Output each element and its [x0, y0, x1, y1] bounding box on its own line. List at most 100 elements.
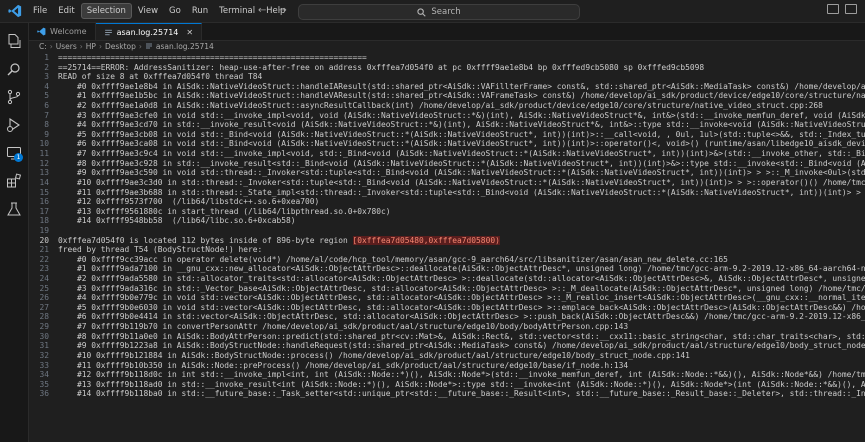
code-line[interactable]: 17 #13 0xffff9561880c in start_thread (/…: [29, 207, 865, 217]
line-number: 5: [44, 91, 49, 101]
breadcrumb-hp[interactable]: HP: [86, 42, 96, 51]
back-arrow-icon[interactable]: ←: [258, 5, 266, 16]
source-control-icon[interactable]: [6, 89, 22, 105]
code-line[interactable]: 15 #11 0xffff9ae3b688 in std::thread::_S…: [29, 188, 865, 198]
search-placeholder: Search: [431, 7, 461, 17]
vscode-logo-icon: [8, 4, 22, 18]
line-content: #9 0xffff9b1223a8 in AiSdk::BodyStructNo…: [58, 341, 865, 351]
line-text: #10 0xffff9b121884 in AiSdk::BodyStructN…: [58, 351, 690, 361]
line-number: 14: [39, 177, 49, 187]
code-line[interactable]: 28 #6 0xffff9b0e4414 in std::vector<AiSd…: [29, 312, 865, 322]
line-text: #9 0xffff9b1223a8 in AiSdk::BodyStructNo…: [58, 341, 865, 351]
code-line[interactable]: 35 #13 0xffff9b118ad0 in std::__invoke_r…: [29, 380, 865, 390]
code-line[interactable]: 19: [29, 226, 865, 236]
code-line[interactable]: 31 #9 0xffff9b1223a8 in AiSdk::BodyStruc…: [29, 341, 865, 351]
forward-arrow-icon[interactable]: →: [278, 5, 286, 16]
code-line[interactable]: 23 #1 0xffff9ada7100 in __gnu_cxx::new_a…: [29, 264, 865, 274]
breadcrumb-file[interactable]: asan.log.25714: [156, 42, 214, 51]
line-text: #6 0xffff9ae3ca08 in void std::_Bind<voi…: [58, 139, 865, 149]
code-line[interactable]: 11 #7 0xffff9ae3c9c4 in void std::__invo…: [29, 149, 865, 159]
code-line[interactable]: 16 #12 0xffff9573f700 (/lib64/libstdc++.…: [29, 197, 865, 207]
menu-view[interactable]: View: [133, 4, 163, 18]
menu-selection[interactable]: Selection: [80, 3, 132, 19]
code-line[interactable]: 18 #14 0xffff9548bb58 (/lib64/libc.so.6+…: [29, 216, 865, 226]
line-number: 25: [39, 283, 49, 293]
line-content: #5 0xffff9b0e6030 in void std::vector<Ai…: [58, 302, 865, 312]
line-content: #10 0xffff9ae3c3d0 in std::thread::_Invo…: [58, 177, 865, 187]
code-line[interactable]: 14 #10 0xffff9ae3c3d0 in std::thread::_I…: [29, 178, 865, 188]
code-line[interactable]: 6 #2 0xffff9ae1a0d8 in AiSdk::NativeVide…: [29, 101, 865, 111]
menu-terminal[interactable]: Terminal: [214, 4, 260, 18]
line-text: #2 0xffff9ae1a0d8 in AiSdk::NativeVideoS…: [58, 101, 823, 111]
code-line[interactable]: 22 #0 0xffff9cc39acc in operator delete(…: [29, 255, 865, 265]
line-content: #10 0xffff9b121884 in AiSdk::BodyStructN…: [58, 350, 690, 360]
line-number: 15: [39, 187, 49, 197]
line-content: freed by thread T54 (BodyStructNode!) he…: [58, 245, 263, 255]
extensions-icon[interactable]: [6, 173, 22, 189]
code-line[interactable]: 10 #6 0xffff9ae3ca08 in void std::_Bind<…: [29, 139, 865, 149]
close-icon[interactable]: ✕: [186, 28, 193, 37]
code-line[interactable]: 8 #4 0xffff9ae3cd70 in std::__invoke_res…: [29, 120, 865, 130]
code-line[interactable]: 36 #14 0xffff9b118ba0 in std::__future_b…: [29, 389, 865, 399]
breadcrumb-desktop[interactable]: Desktop: [105, 42, 136, 51]
code-line[interactable]: 33 #11 0xffff9b10b350 in AiSdk::Node::pr…: [29, 361, 865, 371]
code-line[interactable]: 7 #3 0xffff9ae3cfe0 in void std::__invok…: [29, 111, 865, 121]
menu-go[interactable]: Go: [164, 4, 186, 18]
code-line[interactable]: 25 #3 0xffff9ada316c in std::_Vector_bas…: [29, 284, 865, 294]
code-line[interactable]: 27 #5 0xffff9b0e6030 in void std::vector…: [29, 303, 865, 313]
line-number: 16: [39, 197, 49, 207]
command-center-search[interactable]: Search: [298, 4, 580, 20]
code-line[interactable]: 20 0xfffea7d054f0 is located 112 bytes in…: [29, 235, 865, 246]
line-number: 30: [39, 331, 49, 341]
menu-file[interactable]: File: [28, 4, 52, 18]
explorer-icon[interactable]: [6, 33, 22, 49]
line-content: #6 0xffff9b0e4414 in std::vector<AiSdk::…: [58, 312, 865, 322]
code-line[interactable]: 13 #9 0xffff9ae3c590 in void std::thread…: [29, 168, 865, 178]
toggle-sidebar-icon[interactable]: [827, 4, 839, 14]
line-text: #11 0xffff9b10b350 in AiSdk::Node::prePr…: [58, 361, 628, 371]
code-line[interactable]: 24 #2 0xffff9ada5580 in std::allocator_t…: [29, 274, 865, 284]
line-content: #12 0xffff9b118d0c in int std::__invoke_…: [58, 370, 865, 380]
tab-welcome[interactable]: Welcome: [29, 23, 96, 40]
code-line[interactable]: 9 #5 0xffff9ae3cb08 in void std::_Bind<v…: [29, 130, 865, 140]
line-content: #11 0xffff9ae3b688 in std::thread::_Stat…: [58, 187, 865, 197]
line-content: #9 0xffff9ae3c590 in void std::thread::_…: [58, 168, 865, 178]
code-line[interactable]: 4 #0 0xffff9ae1e8b4 in AiSdk::NativeVide…: [29, 82, 865, 92]
activity-bar: 1: [0, 23, 29, 442]
code-line[interactable]: 2 ==25714==ERROR: AddressSanitizer: heap-…: [29, 63, 865, 73]
line-number: 17: [39, 206, 49, 216]
chevron-right-icon: ›: [49, 41, 53, 51]
breadcrumb-users[interactable]: Users: [56, 42, 77, 51]
file-lines-icon: [104, 29, 112, 35]
menu-edit[interactable]: Edit: [53, 4, 79, 18]
line-content: #14 0xffff9548bb58 (/lib64/libc.so.6+0xc…: [58, 216, 296, 226]
line-number: 19: [39, 225, 49, 235]
text-editor[interactable]: 1 =======================================…: [29, 53, 865, 442]
line-text: #6 0xffff9b0e4414 in std::vector<AiSdk::…: [58, 312, 865, 322]
breadcrumb-drive[interactable]: C:: [39, 42, 47, 51]
code-line[interactable]: 1 =======================================…: [29, 53, 865, 63]
line-number: 4: [44, 81, 49, 91]
line-text: #7 0xffff9ae3c9c4 in void std::__invoke_…: [58, 149, 865, 159]
code-line[interactable]: 30 #8 0xffff9b11a0e0 in AiSdk::BodyAttrP…: [29, 332, 865, 342]
line-text: #4 0xffff9b0e779c in void std::vector<Ai…: [58, 293, 865, 303]
code-line[interactable]: 12 #8 0xffff9ae3c928 in std::__invoke_re…: [29, 159, 865, 169]
code-line[interactable]: 32 #10 0xffff9b121884 in AiSdk::BodyStru…: [29, 351, 865, 361]
code-line[interactable]: 29 #7 0xffff9b119b70 in convertPersonAtt…: [29, 322, 865, 332]
menu-run[interactable]: Run: [187, 4, 213, 18]
code-line[interactable]: 3 READ of size 8 at 0xfffea7d054f0 thread…: [29, 72, 865, 82]
line-number: 32: [39, 350, 49, 360]
run-debug-icon[interactable]: [6, 117, 22, 133]
search-view-icon[interactable]: [6, 61, 22, 77]
testing-icon[interactable]: [6, 201, 22, 217]
code-line[interactable]: 5 #1 0xffff9ae1b5bc in AiSdk::NativeVide…: [29, 91, 865, 101]
tab-asan-log[interactable]: asan.log.25714 ✕: [95, 23, 203, 40]
line-content: #5 0xffff9ae3cb08 in void std::_Bind<voi…: [58, 129, 865, 139]
code-line[interactable]: 21 freed by thread T54 (BodyStructNode!) …: [29, 245, 865, 255]
toggle-panel-icon[interactable]: [845, 4, 857, 14]
line-content: #2 0xffff9ada5580 in std::allocator_trai…: [58, 274, 865, 284]
code-line[interactable]: 34 #12 0xffff9b118d0c in int std::__invo…: [29, 370, 865, 380]
title-bar: File Edit Selection View Go Run Terminal…: [0, 0, 865, 23]
line-content: #0 0xffff9cc39acc in operator delete(voi…: [58, 254, 728, 264]
code-line[interactable]: 26 #4 0xffff9b0e779c in void std::vector…: [29, 293, 865, 303]
